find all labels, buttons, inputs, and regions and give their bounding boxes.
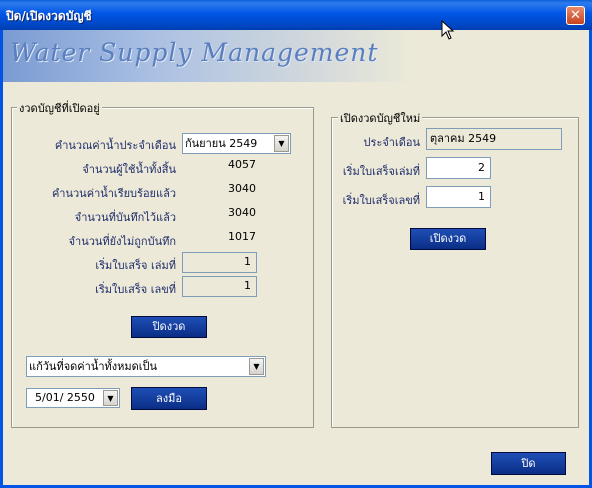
new-no-input[interactable]: 1 [426,186,491,208]
new-month-label: ประจำเดือน [363,136,420,149]
window-title: ปิด/เปิดงวดบัญชี [6,9,92,23]
chevron-down-icon[interactable]: ▼ [103,390,118,406]
period-label: คำนวณค่าน้ำประจำเดือน [54,139,176,152]
apply-button[interactable]: ลงมือ [131,387,207,410]
row-value-not-recorded: 1017 [228,230,256,243]
due-date-option-select[interactable]: แก้วันที่จดค่าน้ำทั้งหมดเป็น ▼ [26,356,266,377]
chevron-down-icon[interactable]: ▼ [274,135,289,152]
receipt-book-label: เริ่มใบเสร็จ เล่มที่ [95,259,176,272]
new-no-label: เริ่มใบเสร็จเลขที่ [342,194,420,207]
new-book-label: เริ่มใบเสร็จเล่มที่ [342,165,420,178]
receipt-book-field: 1 [182,252,257,273]
close-window-button[interactable]: ✕ [566,6,585,25]
receipt-no-label: เริ่มใบเสร็จ เลขที่ [95,283,176,296]
close-period-button[interactable]: ปิดงวด [131,316,207,338]
chevron-down-icon[interactable]: ▼ [249,358,264,375]
new-book-input[interactable]: 2 [426,157,491,179]
row-label-recorded: จำนวนที่บันทึกไว้แล้ว [74,211,176,224]
banner-title: Water Supply Management [10,38,379,67]
date-picker[interactable]: 5/01/ 2550 ▼ [26,388,120,408]
row-label-calculated: คำนวนค่าน้ำเรียบร้อยแล้ว [51,187,176,200]
period-select[interactable]: กันยายน 2549 ▼ [182,133,291,154]
period-select-value: กันยายน 2549 [185,137,258,150]
close-dialog-button[interactable]: ปิด [491,452,566,475]
row-value-total-users: 4057 [228,158,256,171]
new-month-field: ตุลาคม 2549 [426,128,562,150]
row-label-not-recorded: จำนวนที่ยังไม่ถูกบันทึก [68,235,176,248]
row-value-calculated: 3040 [228,182,256,195]
mouse-cursor-icon [441,20,455,40]
row-label-total-users: จำนวนผู้ใช้น้ำทั้งสิ้น [82,163,176,176]
due-date-option-value: แก้วันที่จดค่าน้ำทั้งหมดเป็น [29,360,158,373]
row-value-recorded: 3040 [228,206,256,219]
open-period-button[interactable]: เปิดงวด [410,228,486,250]
current-period-legend: งวดบัญชีที่เปิดอยู่ [17,99,102,117]
date-picker-value: 5/01/ 2550 [35,391,95,404]
receipt-no-field: 1 [182,276,257,297]
new-period-legend: เปิดงวดบัญชีใหม่ [338,109,423,127]
